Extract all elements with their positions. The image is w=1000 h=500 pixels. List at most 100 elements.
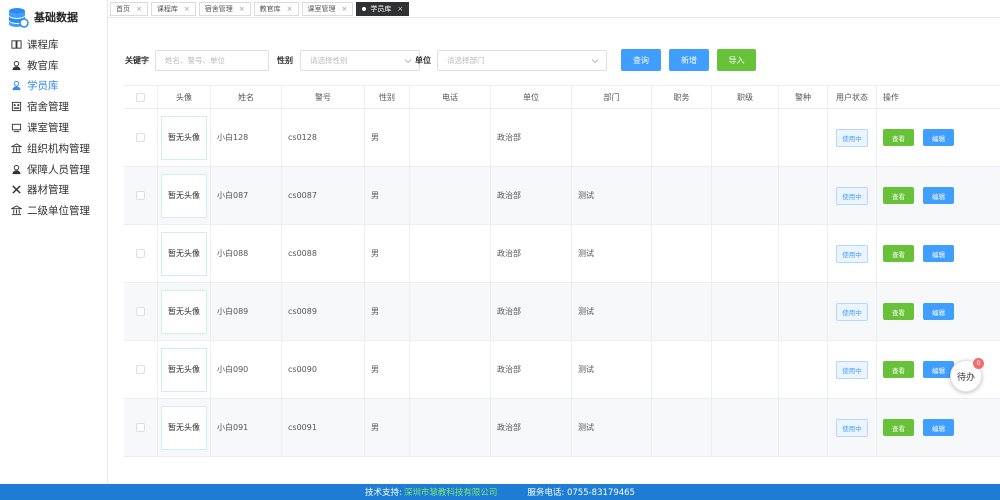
tools-icon <box>11 184 22 195</box>
row-checkbox[interactable] <box>136 365 145 374</box>
close-icon[interactable]: × <box>342 5 348 13</box>
cell-gender: 男 <box>365 167 410 224</box>
cell-dept: 测试 <box>572 341 652 398</box>
cell-badge: cs0128 <box>282 109 365 166</box>
table-header: 头像 姓名 警号 性别 电话 单位 部门 职务 职级 警种 用户状态 操作 <box>124 85 1000 109</box>
cell-gender: 男 <box>365 225 410 282</box>
sidebar-item[interactable]: 器材管理 <box>0 180 107 201</box>
sidebar-item-label: 保障人员管理 <box>27 163 90 176</box>
tab-label: 学员库 <box>370 4 392 13</box>
footer-phone: 服务电话: 0755-83179465 <box>527 488 635 498</box>
cell-rank <box>712 109 779 166</box>
sidebar-item[interactable]: 学员库 <box>0 76 107 97</box>
edit-button[interactable]: 编辑 <box>923 419 954 436</box>
cell-police-type <box>779 167 828 224</box>
edit-button[interactable]: 编辑 <box>923 129 954 146</box>
row-checkbox[interactable] <box>136 191 145 200</box>
unit-select[interactable]: 请选择部门 <box>437 50 607 71</box>
status-cell: 使用中 <box>828 341 877 398</box>
cell-dept <box>572 109 652 166</box>
sidebar-item[interactable]: 宿舍管理 <box>0 96 107 117</box>
footer: 技术支持: 深圳市慧教科技有限公司 服务电话: 0755-83179465 <box>0 484 1000 500</box>
view-button[interactable]: 查看 <box>883 361 914 378</box>
cell-dept: 测试 <box>572 399 652 456</box>
view-button[interactable]: 查看 <box>883 129 914 146</box>
column-header: 职务 <box>652 86 712 108</box>
close-icon[interactable]: × <box>397 5 403 13</box>
sidebar-item-label: 课程库 <box>27 38 59 51</box>
row-checkbox-cell <box>124 225 158 282</box>
sidebar-item[interactable]: 二级单位管理 <box>0 200 107 221</box>
row-checkbox[interactable] <box>136 133 145 142</box>
edit-button[interactable]: 编辑 <box>923 303 954 320</box>
row-checkbox[interactable] <box>136 423 145 432</box>
actions-cell: 查看 编辑 <box>877 283 1000 340</box>
tab[interactable]: 首页 × <box>110 1 148 16</box>
cell-rank <box>712 341 779 398</box>
search-button[interactable]: 查询 <box>621 49 661 71</box>
add-button[interactable]: 新增 <box>669 49 709 71</box>
sidebar-item[interactable]: 组织机构管理 <box>0 138 107 159</box>
close-icon[interactable]: × <box>184 5 190 13</box>
view-button[interactable]: 查看 <box>883 187 914 204</box>
sidebar-header: 基础数据 <box>0 0 107 34</box>
close-icon[interactable]: × <box>239 5 245 13</box>
row-checkbox-cell <box>124 167 158 224</box>
cell-phone <box>410 399 491 456</box>
keyword-input[interactable]: 姓名、警号、单位 <box>155 50 269 71</box>
tab-label: 课室管理 <box>307 4 336 13</box>
tab[interactable]: 教官库 × <box>253 1 299 16</box>
sidebar-item-label: 二级单位管理 <box>27 205 90 218</box>
column-header: 姓名 <box>211 86 282 108</box>
sidebar-menu: 课程库教官库 学员库 宿舍管理 课室管理 组织机构管理保障人员管理器材管理二级单位管理 <box>0 34 107 221</box>
tab[interactable]: 课室管理 × <box>301 1 354 16</box>
cell-post <box>652 283 712 340</box>
row-checkbox[interactable] <box>136 307 145 316</box>
sidebar-item[interactable]: 课程库 <box>0 34 107 55</box>
cell-post <box>652 167 712 224</box>
close-icon[interactable]: × <box>287 5 293 13</box>
close-icon[interactable]: × <box>136 5 142 13</box>
active-dot-icon <box>362 6 367 11</box>
table-row: 暂无头像 小白087 cs0087 男 政治部 测试 使用中 查看 编辑 <box>124 167 1000 225</box>
edit-button[interactable]: 编辑 <box>923 245 954 262</box>
table-row: 暂无头像 小白091 cs0091 男 政治部 测试 使用中 查看 编辑 <box>124 399 1000 457</box>
todo-float-button[interactable]: 待办 0 <box>950 358 984 392</box>
cell-unit: 政治部 <box>491 109 572 166</box>
status-badge: 使用中 <box>836 128 868 147</box>
edit-button[interactable]: 编辑 <box>923 187 954 204</box>
tab-label: 课程库 <box>156 4 178 13</box>
cell-dept: 测试 <box>572 283 652 340</box>
avatar-cell: 暂无头像 <box>158 109 211 166</box>
table-row: 暂无头像 小白128 cs0128 男 政治部 使用中 查看 编辑 <box>124 109 1000 167</box>
cell-police-type <box>779 109 828 166</box>
row-checkbox[interactable] <box>136 249 145 258</box>
tab[interactable]: 宿舍管理 × <box>198 1 251 16</box>
keyword-label: 关键字 <box>125 56 149 65</box>
status-cell: 使用中 <box>828 109 877 166</box>
tab-bar: 首页 × 课程库 × 宿舍管理 × 教官库 × 课室管理 × 学员库 × <box>108 0 1000 18</box>
cell-badge: cs0089 <box>282 283 365 340</box>
row-checkbox-cell <box>124 341 158 398</box>
view-button[interactable]: 查看 <box>883 303 914 320</box>
tab[interactable]: 学员库 × <box>356 1 410 16</box>
sidebar-item[interactable]: 保障人员管理 <box>0 159 107 180</box>
cell-dept: 测试 <box>572 225 652 282</box>
avatar-cell: 暂无头像 <box>158 341 211 398</box>
gender-select[interactable]: 请选择性别 <box>300 50 420 71</box>
import-button[interactable]: 导入 <box>717 49 756 71</box>
tab[interactable]: 课程库 × <box>150 1 196 16</box>
status-badge: 使用中 <box>836 360 868 379</box>
avatar: 暂无头像 <box>161 173 207 218</box>
user-icon <box>11 164 22 175</box>
select-all-checkbox[interactable] <box>136 92 145 102</box>
gender-placeholder: 请选择性别 <box>310 56 348 65</box>
column-header: 部门 <box>572 86 652 108</box>
cell-phone <box>410 225 491 282</box>
cell-unit: 政治部 <box>491 225 572 282</box>
sidebar-item[interactable]: 教官库 <box>0 55 107 76</box>
sidebar-item[interactable]: 课室管理 <box>0 117 107 138</box>
view-button[interactable]: 查看 <box>883 419 914 436</box>
view-button[interactable]: 查看 <box>883 245 914 262</box>
status-cell: 使用中 <box>828 399 877 456</box>
